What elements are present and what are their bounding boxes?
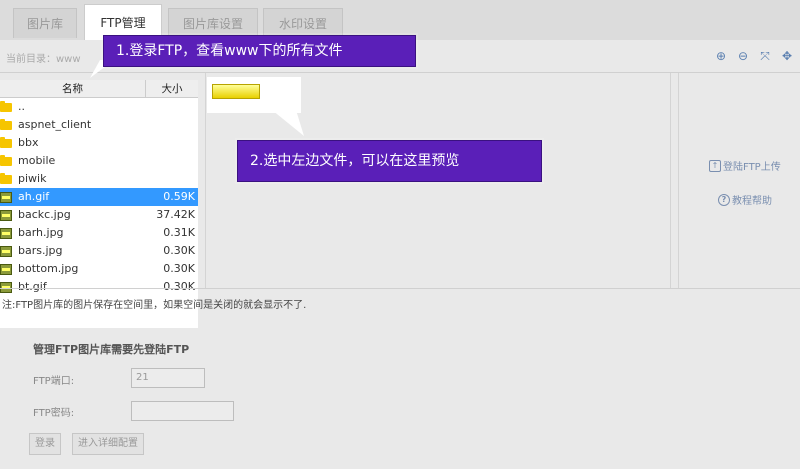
file-row[interactable]: bt.gif 0.30K xyxy=(0,278,198,296)
file-row[interactable]: mobile xyxy=(0,152,198,170)
file-size xyxy=(146,134,198,152)
column-header-name[interactable]: 名称 xyxy=(0,80,146,97)
file-row[interactable]: aspnet_client xyxy=(0,116,198,134)
image-preview xyxy=(207,77,301,113)
password-input[interactable] xyxy=(131,401,234,421)
callout-step1: 1.登录FTP，查看www下的所有文件 xyxy=(103,35,416,67)
folder-icon xyxy=(0,134,18,152)
file-size: 37.42K xyxy=(156,208,195,221)
file-row[interactable]: backc.jpg 37.42K xyxy=(0,206,198,224)
zoom-out-icon[interactable]: ⊖ xyxy=(736,49,750,63)
file-size: 0.31K xyxy=(163,226,195,239)
image-file-icon xyxy=(0,224,18,242)
folder-icon xyxy=(0,152,18,170)
file-name: bbx xyxy=(18,136,39,149)
file-name: bt.gif xyxy=(18,280,47,293)
password-label: FTP密码: xyxy=(33,408,75,419)
divider xyxy=(678,73,679,288)
file-size xyxy=(146,98,198,116)
port-label: FTP端口: xyxy=(33,376,75,387)
column-header-size[interactable]: 大小 xyxy=(146,80,198,97)
file-size: 0.30K xyxy=(163,244,195,257)
preview-image xyxy=(212,84,260,99)
divider xyxy=(205,73,206,288)
file-row[interactable]: bars.jpg 0.30K xyxy=(0,242,198,260)
ftp-upload-label: 登陆FTP上传 xyxy=(723,162,781,173)
login-button[interactable]: 登录 xyxy=(29,433,61,455)
file-row-selected[interactable]: ah.gif 0.59K xyxy=(0,188,198,206)
folder-icon xyxy=(0,116,18,134)
file-name: piwik xyxy=(18,172,47,185)
file-row[interactable]: bbx xyxy=(0,134,198,152)
file-size xyxy=(146,152,198,170)
file-name: ah.gif xyxy=(18,190,50,203)
divider xyxy=(0,72,800,73)
upload-icon: ↑ xyxy=(709,159,721,172)
tab-image-library[interactable]: 图片库 xyxy=(13,8,77,38)
file-list-header: 名称 大小 xyxy=(0,80,198,98)
divider xyxy=(670,73,671,288)
file-name: barh.jpg xyxy=(18,226,64,239)
image-file-icon xyxy=(0,278,18,296)
file-name: aspnet_client xyxy=(18,118,92,131)
file-name: backc.jpg xyxy=(18,208,71,221)
tab-bar: 图片库 FTP管理 图片库设置 水印设置 xyxy=(0,0,800,40)
tab-watermark-settings[interactable]: 水印设置 xyxy=(263,8,343,38)
file-size xyxy=(146,170,198,188)
image-file-icon xyxy=(0,242,18,260)
file-row[interactable]: .. xyxy=(0,98,198,116)
zoom-in-icon[interactable]: ⊕ xyxy=(714,49,728,63)
file-size: 0.30K xyxy=(163,262,195,275)
callout-pointer xyxy=(272,110,304,136)
file-name: bars.jpg xyxy=(18,244,63,257)
folder-icon xyxy=(0,98,18,116)
login-title: 管理FTP图片库需要先登陆FTP xyxy=(33,343,190,356)
file-row[interactable]: bottom.jpg 0.30K xyxy=(0,260,198,278)
toolbar-icons: ⊕ ⊖ ⤧ ✥ xyxy=(714,49,794,64)
file-size: 0.30K xyxy=(163,280,195,293)
help-link[interactable]: ? 教程帮助 xyxy=(718,192,772,207)
storage-note: 注:FTP图片库的图片保存在空间里，如果空间是关闭的就会显示不了. xyxy=(2,300,307,311)
image-file-icon xyxy=(0,260,18,278)
file-row[interactable]: barh.jpg 0.31K xyxy=(0,224,198,242)
file-name: .. xyxy=(18,100,25,113)
help-label: 教程帮助 xyxy=(732,196,772,207)
fit-icon[interactable]: ⤧ xyxy=(758,49,772,63)
current-directory: 当前目录：www xyxy=(6,54,81,65)
file-size xyxy=(146,116,198,134)
divider xyxy=(0,288,800,289)
file-name: mobile xyxy=(18,154,56,167)
help-icon: ? xyxy=(718,193,730,206)
ftp-upload-link[interactable]: ↑ 登陆FTP上传 xyxy=(709,158,781,173)
file-rows: .. aspnet_client bbx mobile piwik ah.gif… xyxy=(0,98,198,296)
file-row[interactable]: piwik xyxy=(0,170,198,188)
move-icon[interactable]: ✥ xyxy=(780,49,794,63)
folder-icon xyxy=(0,170,18,188)
file-name: bottom.jpg xyxy=(18,262,79,275)
file-list-panel: 名称 大小 .. aspnet_client bbx mobile piwik … xyxy=(0,80,198,328)
callout-step2: 2.选中左边文件，可以在这里预览 xyxy=(237,140,542,182)
image-file-icon xyxy=(0,188,18,206)
port-input[interactable]: 21 xyxy=(131,368,205,388)
file-size: 0.59K xyxy=(163,190,195,203)
image-file-icon xyxy=(0,206,18,224)
detail-config-button[interactable]: 进入详细配置 xyxy=(72,433,144,455)
tab-library-settings[interactable]: 图片库设置 xyxy=(168,8,258,38)
